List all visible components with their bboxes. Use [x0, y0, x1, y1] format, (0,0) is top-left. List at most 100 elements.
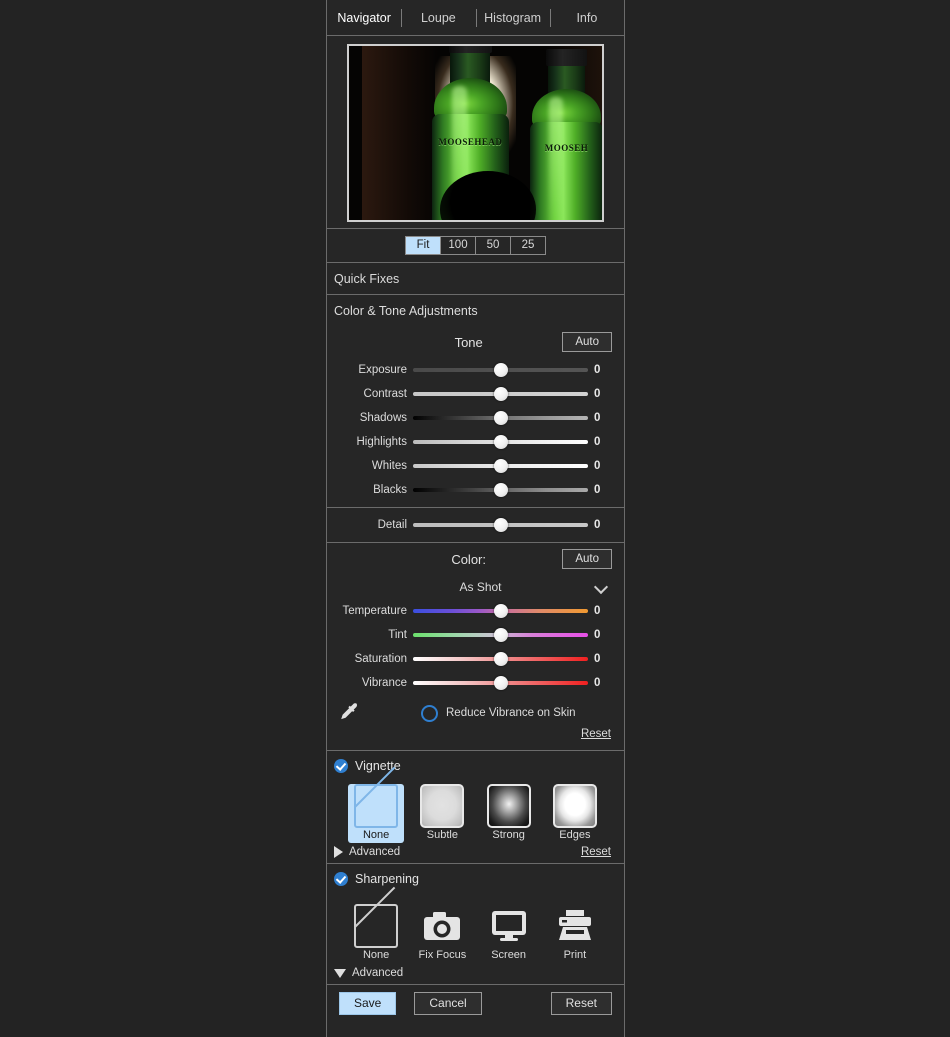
slider-saturation-label: Saturation	[354, 653, 407, 665]
slider-saturation[interactable]: Saturation 0	[327, 647, 624, 671]
navigator-photo: MOOSEHEAD MOOSEH	[349, 46, 602, 220]
sharpening-option-none[interactable]: None	[348, 904, 404, 961]
slider-saturation-value: 0	[594, 653, 601, 665]
color-reset-link[interactable]: Reset	[581, 728, 611, 740]
tone-auto-button[interactable]: Auto	[562, 332, 612, 352]
color-subsection: Color: Auto As Shot Temperature 0 Tint 0…	[327, 542, 624, 750]
quick-fixes-section-header[interactable]: Quick Fixes	[327, 262, 624, 294]
slider-whites-track[interactable]	[413, 456, 588, 476]
sharpening-checkbox-icon[interactable]	[334, 872, 348, 886]
slider-vibrance-track[interactable]	[413, 673, 588, 693]
cancel-button[interactable]: Cancel	[414, 991, 482, 1015]
monitor-icon	[491, 911, 526, 941]
vignette-option-none[interactable]: None	[348, 784, 405, 843]
slider-blacks[interactable]: Blacks 0	[327, 478, 624, 502]
edit-panel: Navigator Loupe Histogram Info MOOSEHEAD	[326, 0, 625, 1037]
sharpening-option-fix-focus-label: Fix Focus	[418, 949, 467, 961]
sharpening-option-screen-label: Screen	[491, 949, 527, 961]
slider-exposure-track[interactable]	[413, 360, 588, 380]
color-tone-section: Color & Tone Adjustments Tone Auto Expos…	[327, 294, 624, 507]
slider-highlights-track[interactable]	[413, 432, 588, 452]
slider-tint[interactable]: Tint 0	[327, 623, 624, 647]
vignette-advanced-toggle[interactable]: Advanced	[334, 846, 400, 858]
vignette-option-edges-label: Edges	[559, 829, 591, 841]
sharpening-section: Sharpening None Fix Focus Screen Print A…	[327, 863, 624, 984]
tab-histogram[interactable]: Histogram	[475, 1, 550, 35]
slider-whites[interactable]: Whites 0	[327, 454, 624, 478]
white-balance-dropdown[interactable]: As Shot	[327, 575, 624, 599]
slider-exposure-value: 0	[594, 364, 601, 376]
color-tone-section-header[interactable]: Color & Tone Adjustments	[327, 295, 624, 326]
slider-blacks-track[interactable]	[413, 480, 588, 500]
slider-detail[interactable]: Detail 0	[327, 513, 624, 537]
slider-shadows-label: Shadows	[359, 412, 407, 424]
sharpening-option-none-label: None	[362, 949, 390, 961]
slider-shadows[interactable]: Shadows 0	[327, 406, 624, 430]
slash-box-icon	[354, 904, 399, 948]
slider-temperature[interactable]: Temperature 0	[327, 599, 624, 623]
white-balance-value: As Shot	[459, 580, 502, 594]
slider-tint-track[interactable]	[413, 625, 588, 645]
sharpening-option-print[interactable]: Print	[547, 904, 603, 961]
vignette-option-strong[interactable]: Strong	[481, 784, 537, 843]
zoom-100-button[interactable]: 100	[441, 237, 476, 254]
reset-button[interactable]: Reset	[550, 991, 612, 1015]
color-auto-button[interactable]: Auto	[562, 549, 612, 569]
slider-highlights[interactable]: Highlights 0	[327, 430, 624, 454]
zoom-level-row: Fit 100 50 25	[327, 228, 624, 262]
eyedropper-icon[interactable]	[337, 701, 363, 725]
slider-vibrance-value: 0	[594, 677, 601, 689]
tab-loupe[interactable]: Loupe	[401, 1, 475, 35]
printer-icon	[558, 910, 591, 940]
sharpening-option-fix-focus[interactable]: Fix Focus	[414, 904, 470, 961]
photo-bottle-label-2: MOOSEH	[544, 143, 589, 154]
slider-shadows-track[interactable]	[413, 408, 588, 428]
vignette-advanced-label: Advanced	[349, 846, 401, 858]
zoom-fit-button[interactable]: Fit	[406, 237, 441, 254]
vignette-header: Vignette	[327, 751, 624, 781]
slider-shadows-value: 0	[594, 412, 601, 424]
vignette-option-strong-label: Strong	[492, 829, 525, 841]
sharpening-options: None Fix Focus Screen Print	[327, 894, 624, 961]
slider-whites-label: Whites	[371, 460, 407, 472]
view-tab-bar: Navigator Loupe Histogram Info	[327, 0, 624, 36]
vignette-option-edges[interactable]: Edges	[547, 784, 603, 843]
slider-detail-track[interactable]	[413, 515, 588, 535]
tab-info[interactable]: Info	[549, 1, 624, 35]
save-button[interactable]: Save	[339, 991, 397, 1015]
zoom-25-button[interactable]: 25	[511, 237, 545, 254]
navigator-image-frame[interactable]: MOOSEHEAD MOOSEH	[347, 44, 604, 222]
color-reset-row: Reset	[327, 728, 624, 745]
sharpening-advanced-toggle[interactable]: Advanced	[334, 967, 403, 979]
sharpening-option-screen[interactable]: Screen	[481, 904, 537, 961]
slider-temperature-track[interactable]	[413, 601, 588, 621]
vignette-section: Vignette None Subtle Strong Edges Advanc…	[327, 750, 624, 863]
slider-blacks-value: 0	[594, 484, 601, 496]
vignette-reset-link[interactable]: Reset	[581, 846, 611, 858]
triangle-down-icon	[334, 968, 346, 978]
slider-contrast[interactable]: Contrast 0	[327, 382, 624, 406]
slider-whites-value: 0	[594, 460, 601, 472]
navigator-preview-area: MOOSEHEAD MOOSEH	[327, 36, 624, 228]
slider-exposure[interactable]: Exposure 0	[327, 358, 624, 382]
tab-info-label: Info	[576, 10, 598, 25]
chevron-down-icon	[594, 581, 612, 593]
slider-temperature-value: 0	[594, 605, 601, 617]
slider-vibrance-label: Vibrance	[361, 677, 407, 689]
sharpening-option-print-label: Print	[563, 949, 587, 961]
triangle-right-icon	[334, 846, 343, 858]
slider-contrast-track[interactable]	[413, 384, 588, 404]
tone-subsection-header: Tone Auto	[327, 326, 624, 358]
vignette-checkbox-icon[interactable]	[334, 759, 348, 773]
vibrance-options-row: Reduce Vibrance on Skin	[327, 698, 624, 728]
tab-navigator[interactable]: Navigator	[327, 1, 401, 35]
sharpening-title: Sharpening	[355, 872, 419, 886]
slider-vibrance[interactable]: Vibrance 0	[327, 671, 624, 695]
reduce-vibrance-radio[interactable]	[421, 704, 438, 722]
zoom-50-button[interactable]: 50	[476, 237, 511, 254]
slider-tint-label: Tint	[388, 629, 407, 641]
tone-label: Tone	[454, 334, 483, 350]
vignette-option-subtle[interactable]: Subtle	[414, 784, 470, 843]
sharpening-header: Sharpening	[327, 864, 624, 894]
slider-saturation-track[interactable]	[413, 649, 588, 669]
